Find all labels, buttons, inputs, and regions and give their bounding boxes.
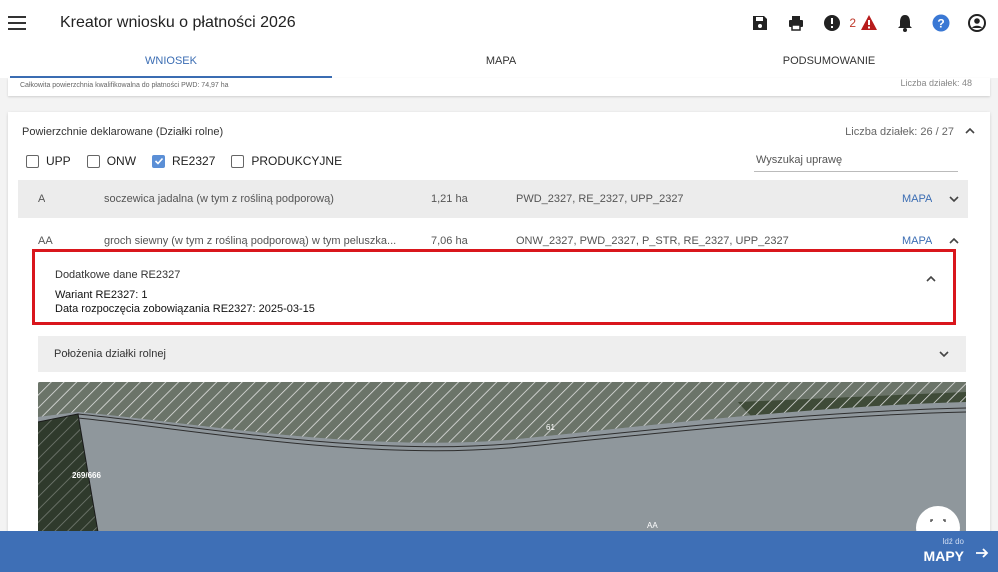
filter-re2327[interactable]: RE2327	[152, 154, 215, 168]
declared-areas-card: Powierzchnie deklarowane (Działki rolne)…	[8, 112, 990, 572]
row-crop: soczewica jadalna (w tym z rośliną podpo…	[104, 193, 334, 205]
app-title: Kreator wniosku o płatności 2026	[60, 14, 296, 31]
go-to-label: Idź do	[942, 537, 964, 546]
filter-upp[interactable]: UPP	[26, 154, 71, 168]
checkbox-checked[interactable]	[152, 154, 166, 168]
help-icon[interactable]: ?	[930, 12, 952, 34]
header-actions: 2 ?	[735, 12, 988, 34]
map-label-aa: AA	[647, 521, 658, 530]
tab-podsumowanie[interactable]: PODSUMOWANIE	[670, 50, 988, 78]
warning-triangle-icon[interactable]	[858, 12, 880, 34]
bell-icon[interactable]	[894, 12, 916, 34]
filter-onw[interactable]: ONW	[86, 154, 137, 168]
summary-text: Całkowita powierzchnia kwalifikowalna do…	[20, 82, 229, 89]
filter-label: UPP	[46, 154, 71, 168]
bottom-action-bar: Idź do MAPY	[0, 531, 998, 572]
parcel-count: Liczba działek: 26 / 27	[845, 126, 954, 138]
filter-label: PRODUKCYJNE	[251, 154, 343, 168]
chevron-down-icon[interactable]	[948, 193, 960, 205]
map-label-61: 61	[546, 423, 555, 432]
menu-icon[interactable]	[8, 16, 26, 30]
tab-wniosek[interactable]: WNIOSEK	[10, 50, 332, 78]
filter-group: UPP ONW RE2327 PRODUKCYJNE	[26, 154, 358, 168]
main-tabs: WNIOSEK MAPA PODSUMOWANIE	[0, 50, 998, 78]
chevron-up-icon[interactable]	[964, 124, 978, 138]
summary-right-text: Liczba działek: 48	[900, 78, 972, 88]
checkbox[interactable]	[86, 154, 100, 168]
filter-label: ONW	[106, 154, 137, 168]
filter-produkcyjne[interactable]: PRODUKCYJNE	[231, 154, 342, 168]
alert-circle-icon[interactable]	[821, 12, 843, 34]
checkbox[interactable]	[231, 154, 245, 168]
table-row[interactable]: A soczewica jadalna (w tym z rośliną pod…	[18, 180, 968, 218]
map-label-269-666: 269/666	[72, 471, 101, 480]
filter-label: RE2327	[172, 154, 216, 168]
chevron-up-icon[interactable]	[948, 235, 960, 247]
account-icon[interactable]	[966, 12, 988, 34]
tab-mapa[interactable]: MAPA	[335, 50, 667, 78]
top-bar: Kreator wniosku o płatności 2026 2 ?	[0, 0, 998, 50]
summary-strip: Całkowita powierzchnia kwalifikowalna do…	[8, 78, 990, 96]
re2327-details-panel: Dodatkowe dane RE2327 Wariant RE2327: 1 …	[32, 249, 956, 325]
parcel-positions-expander[interactable]: Położenia działki rolnej	[38, 336, 966, 372]
print-icon[interactable]	[785, 12, 807, 34]
section-title: Powierzchnie deklarowane (Działki rolne)	[22, 126, 224, 138]
positions-label: Położenia działki rolnej	[54, 348, 166, 360]
details-start-date: Data rozpoczęcia zobowiązania RE2327: 20…	[55, 303, 315, 315]
svg-text:?: ?	[937, 17, 944, 31]
checkbox[interactable]	[26, 154, 39, 168]
details-variant: Wariant RE2327: 1	[55, 289, 148, 301]
arrow-right-icon[interactable]	[974, 545, 990, 561]
check-icon	[154, 157, 163, 165]
row-area: 1,21 ha	[431, 193, 468, 205]
details-title: Dodatkowe dane RE2327	[55, 269, 181, 281]
row-map-link[interactable]: MAPA	[902, 180, 932, 218]
go-to-map-button[interactable]: MAPY	[924, 548, 964, 564]
chevron-down-icon[interactable]	[938, 348, 950, 360]
warning-count: 2	[849, 16, 856, 30]
chevron-up-icon[interactable]	[925, 272, 939, 286]
row-programs: PWD_2327, RE_2327, UPP_2327	[516, 193, 684, 205]
row-code: A	[38, 193, 46, 205]
save-icon[interactable]	[749, 12, 771, 34]
crop-search-input[interactable]: Wyszukaj uprawę	[754, 150, 958, 172]
